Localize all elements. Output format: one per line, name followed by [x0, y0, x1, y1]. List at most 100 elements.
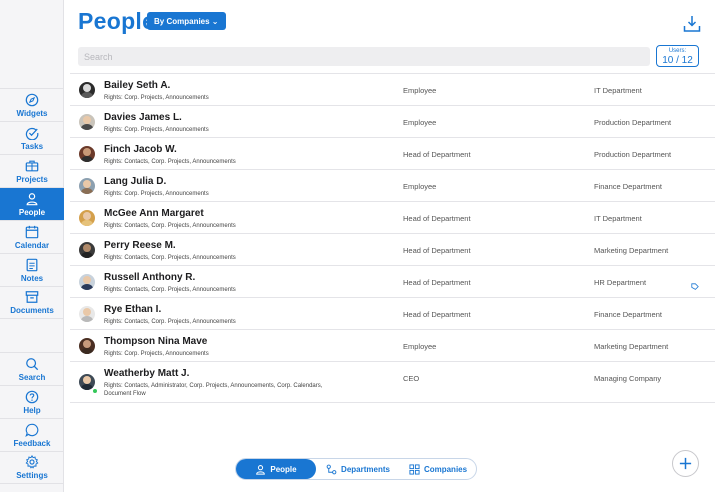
users-counter-label: Users:: [668, 48, 687, 54]
person-rights: Rights: Contacts, Administrator, Corp. P…: [104, 383, 323, 397]
person-department: Marketing Department: [594, 342, 669, 351]
person-name: Perry Reese M.: [104, 240, 176, 251]
person-name: Rye Ethan I.: [104, 304, 162, 315]
sidebar-item-label: Settings: [16, 471, 48, 480]
sidebar-item-tasks[interactable]: Tasks: [0, 121, 64, 154]
check-circle-icon: [25, 126, 39, 140]
person-rights: Rights: Contacts, Corp. Projects, Announ…: [104, 319, 236, 325]
page-title: People: [78, 8, 156, 34]
person-rights: Rights: Corp. Projects, Announcements: [104, 95, 209, 101]
search-icon: [25, 357, 39, 371]
avatar: [79, 178, 95, 194]
list-item[interactable]: Thompson Nina Mave Rights: Corp. Project…: [70, 329, 715, 361]
person-department: IT Department: [594, 86, 642, 95]
person-role: CEO: [403, 374, 420, 383]
person-name: Finch Jacob W.: [104, 144, 177, 155]
compass-icon: [25, 93, 39, 107]
sidebar-item-documents[interactable]: Documents: [0, 286, 64, 319]
sidebar-item-search[interactable]: Search: [0, 352, 64, 385]
tab-departments-label: Departments: [341, 464, 390, 474]
add-person-button[interactable]: [672, 450, 699, 477]
by-companies-dropdown[interactable]: By Companies ⌄: [147, 12, 226, 30]
person-department: Marketing Department: [594, 246, 669, 255]
sidebar-item-help[interactable]: Help: [0, 385, 64, 418]
sidebar-item-people[interactable]: People: [0, 187, 64, 220]
sidebar-item-widgets[interactable]: Widgets: [0, 88, 64, 121]
sidebar-item-feedback[interactable]: Feedback: [0, 418, 64, 451]
list-item[interactable]: Rye Ethan I. Rights: Contacts, Corp. Pro…: [70, 297, 715, 329]
person-name: Thompson Nina Mave: [104, 336, 208, 347]
hierarchy-icon: [326, 464, 337, 474]
person-name: Russell Anthony R.: [104, 272, 196, 283]
tag-icon[interactable]: [691, 278, 699, 290]
person-role: Employee: [403, 182, 437, 191]
list-item[interactable]: Weatherby Matt J. Rights: Contacts, Admi…: [70, 361, 715, 403]
list-item[interactable]: McGee Ann Margaret Rights: Contacts, Cor…: [70, 201, 715, 233]
avatar: [79, 82, 95, 98]
sidebar-item-projects[interactable]: Projects: [0, 154, 64, 187]
list-item[interactable]: Finch Jacob W. Rights: Contacts, Corp. P…: [70, 137, 715, 169]
person-department: Production Department: [594, 150, 672, 159]
person-role: Head of Department: [403, 278, 471, 287]
by-companies-label: By Companies ⌄: [154, 16, 219, 26]
download-icon[interactable]: [682, 14, 702, 34]
person-role: Head of Department: [403, 150, 471, 159]
person-name: Bailey Seth A.: [104, 80, 171, 91]
sidebar-item-label: Notes: [20, 273, 44, 283]
list-item[interactable]: Perry Reese M. Rights: Contacts, Corp. P…: [70, 233, 715, 265]
view-switcher: People Departments Companies: [235, 458, 477, 480]
sidebar-item-label: Search: [18, 372, 46, 382]
note-icon: [25, 258, 39, 272]
plus-icon: [679, 457, 692, 470]
tab-people-label: People: [270, 464, 297, 474]
person-rights: Rights: Corp. Projects, Announcements: [104, 191, 209, 197]
avatar: [79, 274, 95, 290]
briefcase-icon: [25, 159, 39, 173]
avatar: [79, 114, 95, 130]
person-role: Employee: [403, 118, 437, 127]
person-role: Head of Department: [403, 310, 471, 319]
tab-departments[interactable]: Departments: [316, 459, 400, 479]
person-department: HR Department: [594, 278, 647, 287]
person-name: Weatherby Matt J.: [104, 368, 190, 379]
person-name: McGee Ann Margaret: [104, 208, 204, 219]
users-counter-value: 10 / 12: [662, 55, 693, 66]
tab-companies[interactable]: Companies: [400, 459, 476, 479]
list-item[interactable]: Bailey Seth A. Rights: Corp. Projects, A…: [70, 73, 715, 105]
person-rights: Rights: Contacts, Corp. Projects, Announ…: [104, 255, 236, 261]
sidebar-item-settings[interactable]: Settings: [0, 451, 64, 484]
online-status-dot: [92, 388, 98, 394]
avatar: [79, 242, 95, 258]
help-icon: [25, 390, 39, 404]
sidebar-item-label: Help: [23, 405, 41, 415]
person-role: Employee: [403, 342, 437, 351]
person-department: Finance Department: [594, 182, 662, 191]
person-rights: Rights: Contacts, Corp. Projects, Announ…: [104, 223, 236, 229]
sidebar-item-label: People: [18, 207, 46, 217]
users-counter: Users: 10 / 12: [656, 45, 699, 67]
avatar: [79, 338, 95, 354]
sidebar-item-calendar[interactable]: Calendar: [0, 220, 64, 253]
tab-people[interactable]: People: [236, 459, 316, 479]
search-input[interactable]: [78, 47, 650, 66]
sidebar-item-label: Calendar: [14, 240, 50, 250]
sidebar-item-notes[interactable]: Notes: [0, 253, 64, 286]
list-item[interactable]: Davies James L. Rights: Corp. Projects, …: [70, 105, 715, 137]
people-list: Bailey Seth A. Rights: Corp. Projects, A…: [70, 73, 715, 403]
feedback-icon: [25, 423, 39, 437]
person-rights: Rights: Corp. Projects, Announcements: [104, 351, 209, 357]
avatar: [79, 146, 95, 162]
person-department: Production Department: [594, 118, 672, 127]
person-role: Employee: [403, 86, 437, 95]
list-item[interactable]: Lang Julia D. Rights: Corp. Projects, An…: [70, 169, 715, 201]
person-rights: Rights: Contacts, Corp. Projects, Announ…: [104, 159, 236, 165]
sidebar-item-label: Documents: [10, 306, 54, 315]
gear-icon: [25, 455, 39, 469]
person-rights: Rights: Corp. Projects, Announcements: [104, 127, 209, 133]
sidebar: Widgets Tasks Projects People Calendar N…: [0, 0, 64, 492]
list-item[interactable]: Russell Anthony R. Rights: Contacts, Cor…: [70, 265, 715, 297]
person-icon: [256, 464, 266, 475]
person-department: Finance Department: [594, 310, 662, 319]
grid-icon: [409, 463, 420, 475]
avatar: [79, 306, 95, 322]
